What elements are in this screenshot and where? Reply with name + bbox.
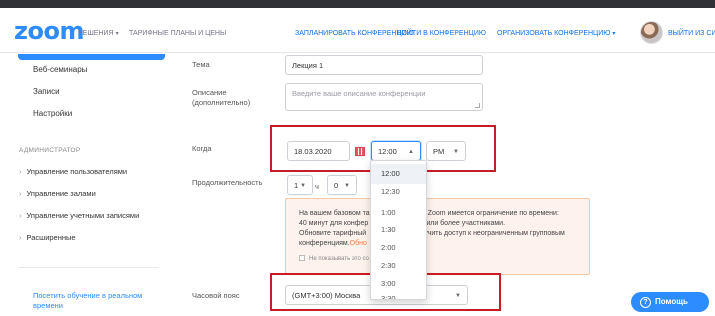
time-options-list[interactable]: 12:00 12:30 1:00 1:30 2:00 2:30 3:00 3:3… — [370, 160, 427, 300]
description-label: Описание (дополнительно) — [192, 88, 251, 107]
upgrade-link[interactable]: Обно — [350, 240, 367, 247]
chevron-down-icon: ▼ — [300, 183, 306, 189]
time-option[interactable]: 1:30 — [371, 220, 426, 240]
sidebar-item-label: Управление учетными записями — [26, 211, 140, 220]
duration-minutes-select[interactable]: 0 ▼ — [327, 175, 357, 195]
notice-line3: Обновите тарифный — [299, 230, 367, 237]
notice-line1: На вашем базовом та — [299, 210, 370, 217]
sidebar-divider — [19, 267, 159, 268]
sidebar-item-advanced[interactable]: › Расширенные — [19, 233, 76, 243]
notice-line2b: или более участниками. — [426, 220, 506, 227]
notice-text: На вашем базовом та Zoom имеется ограниче… — [299, 209, 579, 249]
description-placeholder: Введите ваше описание конференции — [292, 89, 426, 98]
nav-host-meeting[interactable]: ОРГАНИЗОВАТЬ КОНФЕРЕНЦИЮ ▾ — [497, 29, 615, 39]
resize-handle-icon[interactable] — [475, 103, 480, 108]
question-icon: ? — [640, 297, 651, 308]
nav-sign-out[interactable]: ВЫЙТИ ИЗ СИСТЕМЫ — [668, 29, 715, 38]
sidebar-item-label: Расширенные — [26, 233, 76, 242]
top-navigation: zoom РЕШЕНИЯ ▾ ТАРИФНЫЕ ПЛАНЫ И ЦЕНЫ ЗАПЛ… — [0, 8, 715, 53]
dont-show-checkbox[interactable]: Не показывать это со — [299, 255, 369, 262]
nav-join-meeting[interactable]: ВОЙТИ В КОНФЕРЕНЦИЮ — [397, 29, 486, 38]
topic-label: Тема — [192, 60, 210, 69]
hours-unit-label: ч — [315, 182, 319, 191]
sidebar-item-settings[interactable]: Настройки — [33, 109, 72, 119]
time-option[interactable]: 2:30 — [371, 256, 426, 276]
chevron-down-icon: ▾ — [115, 31, 119, 37]
notice-line1b: Zoom имеется ограничение по времени: — [427, 210, 559, 217]
time-value: 12:00 — [378, 147, 397, 156]
topic-value: Лекция 1 — [292, 61, 324, 70]
timezone-label: Часовой пояс — [192, 291, 240, 300]
topic-input[interactable]: Лекция 1 — [285, 55, 483, 75]
sidebar-item-room-management[interactable]: › Управление залами — [19, 189, 96, 199]
chevron-down-icon: ▼ — [455, 293, 461, 299]
time-option[interactable]: 12:00 — [371, 164, 426, 184]
sidebar: Веб-семинары Записи Настройки — [0, 54, 165, 316]
notice-line2: 40 минут для конфер — [299, 220, 369, 227]
description-textarea[interactable]: Введите ваше описание конференции — [285, 83, 483, 111]
sidebar-active-item[interactable] — [18, 54, 165, 60]
date-input[interactable]: 18.03.2020 — [287, 141, 350, 161]
time-option[interactable]: 12:30 — [371, 182, 426, 202]
chevron-right-icon: › — [19, 189, 22, 198]
chevron-right-icon: › — [19, 167, 22, 176]
duration-label: Продолжительность — [192, 178, 263, 187]
ampm-select[interactable]: PM ▼ — [426, 141, 466, 161]
chevron-down-icon: ▾ — [612, 31, 616, 37]
nav-solutions-label: РЕШЕНИЯ — [78, 30, 114, 37]
sidebar-item-label: Управление залами — [26, 189, 96, 198]
help-label: Помощь — [655, 297, 688, 306]
calendar-icon[interactable] — [355, 147, 365, 156]
chevron-up-icon: ▲ — [408, 149, 414, 155]
notice-line3b: учить доступ к неограниченным групповым — [424, 230, 565, 237]
plan-limit-notice: На вашем базовом та Zoom имеется ограниче… — [285, 198, 590, 275]
chevron-down-icon: ▼ — [453, 149, 459, 155]
ampm-value: PM — [433, 147, 445, 156]
notice-line4: конференциям. — [299, 240, 350, 247]
duration-hours-select[interactable]: 1 ▼ — [287, 175, 313, 195]
help-button[interactable]: ? Помощь — [631, 292, 709, 312]
nav-plans-pricing[interactable]: ТАРИФНЫЕ ПЛАНЫ И ЦЕНЫ — [129, 29, 226, 38]
zoom-logo[interactable]: zoom — [14, 19, 84, 43]
sidebar-admin-heading: АДМИНИСТРАТОР — [19, 147, 81, 154]
chevron-right-icon: › — [19, 233, 22, 242]
sidebar-item-label: Управление пользователями — [26, 167, 128, 176]
checkbox-label: Не показывать это со — [309, 256, 369, 262]
when-label: Когда — [192, 144, 212, 153]
sidebar-item-webinars[interactable]: Веб-семинары — [33, 65, 87, 75]
timezone-value: (GMT+3:00) Москва — [292, 291, 361, 300]
chevron-right-icon: › — [19, 211, 22, 220]
nav-solutions[interactable]: РЕШЕНИЯ ▾ — [78, 29, 119, 39]
nav-host-label: ОРГАНИЗОВАТЬ КОНФЕРЕНЦИЮ — [497, 30, 611, 37]
date-value: 18.03.2020 — [294, 147, 332, 156]
time-option[interactable]: 2:00 — [371, 238, 426, 258]
sidebar-item-account-management[interactable]: › Управление учетными записями — [19, 211, 139, 221]
time-select[interactable]: 12:00 ▲ — [371, 141, 421, 161]
live-training-link[interactable]: Посетить обучение в реальном времени — [33, 291, 153, 311]
avatar[interactable] — [640, 21, 663, 44]
checkbox-icon[interactable] — [299, 255, 305, 261]
sidebar-item-recordings[interactable]: Записи — [33, 87, 60, 97]
browser-top-strip — [0, 0, 715, 8]
chevron-down-icon: ▼ — [344, 183, 350, 189]
time-option[interactable]: 3:30 — [371, 289, 426, 299]
duration-minutes-value: 0 — [334, 181, 339, 190]
duration-hours-value: 1 — [294, 181, 299, 190]
nav-schedule-meeting[interactable]: ЗАПЛАНИРОВАТЬ КОНФЕРЕНЦИЮ — [295, 29, 414, 38]
sidebar-item-user-management[interactable]: › Управление пользователями — [19, 167, 127, 177]
